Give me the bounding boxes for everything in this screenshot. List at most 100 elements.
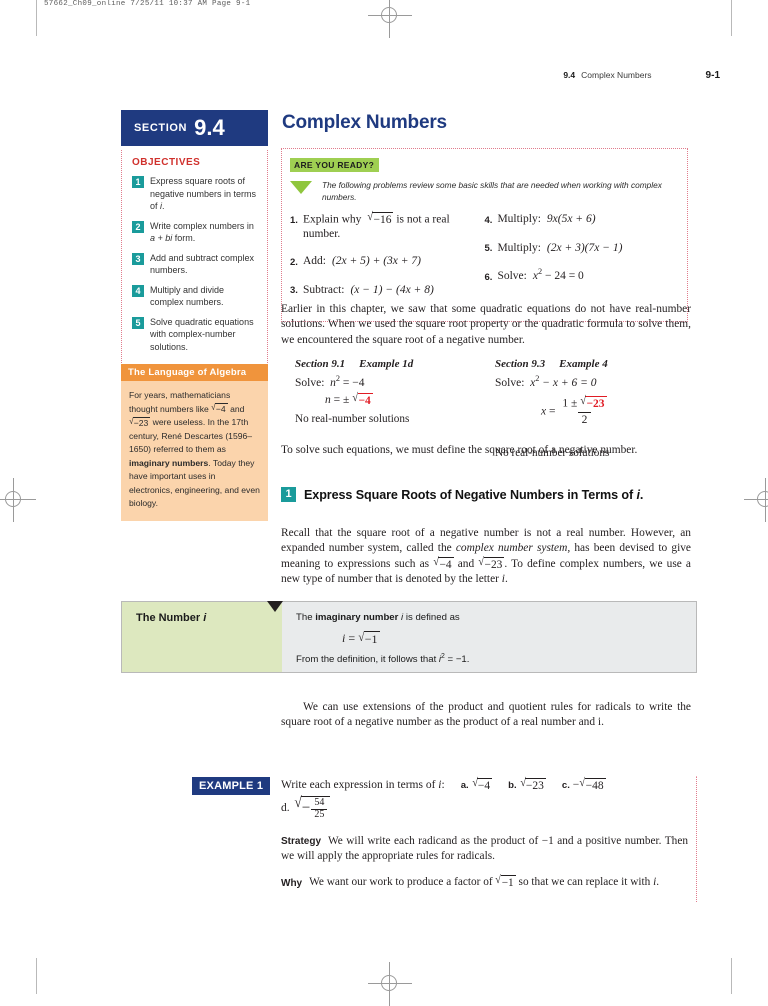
page-number: 9-1 (705, 70, 720, 81)
problem-item-1: 1. Explain why √ −16 is not a real number… (290, 211, 485, 241)
definition-line-1: The imaginary number i is defined as (296, 611, 696, 625)
problem-item-2: 2. Add: (2x + 5) + (3x + 7) (290, 254, 485, 270)
recall-italic-term: complex number system, (455, 542, 571, 555)
objective-number-badge: 5 (132, 316, 144, 329)
radicand: −48 (584, 777, 606, 792)
worked-example-right-heading: Section 9.3 Example 4 (495, 358, 695, 370)
definition-box-the-number-i: The Number i The imaginary number i is d… (121, 601, 697, 673)
radical-expression: √ −1 (358, 630, 380, 647)
example-1-tag: EXAMPLE 1 (192, 777, 271, 795)
radical-expression: √ −23 (129, 415, 151, 429)
trim-mark-top-left (36, 0, 37, 36)
radical-sign-icon: √ (358, 630, 365, 645)
equation-operator: = (546, 405, 559, 418)
radical-sign-icon: √ (478, 555, 485, 568)
registration-crosshair-vertical (13, 478, 14, 522)
radical-sign-icon: √ (471, 776, 478, 789)
problem-text: Solve: x2 − 24 = 0 (497, 268, 583, 285)
are-you-ready-intro: The following problems review some basic… (290, 180, 679, 203)
definition-box-body: The imaginary number i is defined as i =… (282, 602, 696, 672)
radical-expression: √ −23 (519, 776, 546, 793)
radical-sign-icon: √ (519, 776, 526, 789)
objective-number-badge: 2 (132, 220, 144, 233)
example-1-content: Write each expression in terms of i: a. √… (281, 777, 688, 891)
running-head-section-number: 9.4 (563, 70, 576, 80)
worked-example-right-line-1: Solve: x2 − x + 6 = 0 (495, 375, 695, 392)
page-title: Complex Numbers (282, 112, 447, 133)
problem-number: 2. (290, 256, 298, 268)
radicand: −16 (372, 212, 394, 226)
radical-expression: √ −48 (579, 777, 606, 793)
definition-label-italic: i (203, 612, 207, 624)
definition-line-2: From the definition, it follows that i2 … (296, 653, 696, 667)
radicand: −23 (483, 556, 505, 571)
are-you-ready-right-column: 4. Multiply: 9x(5x + 6) 5. Multiply: (2x +… (485, 212, 680, 311)
example-part-letter-d: d. (281, 802, 290, 814)
fraction-numerator: 1 ± √ −23 (558, 395, 610, 412)
objective-number-badge: 4 (132, 284, 144, 297)
radical-sign-icon: √ (580, 395, 587, 407)
objective-item-3: 3 Add and subtract complex numbers. (132, 252, 259, 277)
equation-operator: = (345, 631, 359, 645)
why-label: Why (281, 877, 303, 889)
definition-equation: i = √ −1 (296, 625, 696, 653)
equation-right-side: = −4 (340, 377, 365, 389)
equation-right-side: − x + 6 = 0 (539, 377, 597, 389)
example-part-letter-b: b. (508, 780, 517, 791)
objective-heading-text-pre: Express Square Roots of Negative Numbers… (304, 487, 637, 502)
radicand: −4 (214, 403, 228, 415)
objective-item-4: 4 Multiply and divide complex numbers. (132, 284, 259, 309)
are-you-ready-left-column: 1. Explain why √ −16 is not a real number… (290, 211, 485, 311)
extension-paragraph: We can use extensions of the product and… (281, 701, 691, 729)
radicand-highlighted: −23 (585, 396, 607, 410)
radical-expression: √ −4 (433, 556, 454, 572)
objective-text-part: Express square roots of negative numbers… (150, 176, 257, 211)
equation-operator: = ± (330, 394, 350, 406)
radicand: −4 (476, 777, 493, 792)
problem-text: Multiply: (2x + 3)(7x − 1) (497, 241, 622, 257)
radical-expression: √ −4 (211, 403, 228, 415)
objective-text-part: Write complex numbers in (150, 220, 254, 231)
worked-example-left-line-1: Solve: n2 = −4 (295, 375, 495, 392)
problem-text: Subtract: (x − 1) − (4x + 8) (303, 283, 434, 299)
trim-mark-bottom-right (731, 958, 732, 994)
radicand: −23 (524, 777, 546, 792)
radical-expression: √ −4 (352, 392, 373, 408)
problem-number: 6. (484, 271, 493, 283)
objective-item-2: 2 Write complex numbers in a + bi form. (132, 220, 259, 245)
radicand-highlighted: −4 (357, 392, 373, 407)
registration-mark-left (0, 478, 36, 522)
intro-paragraph: Earlier in this chapter, we saw that som… (281, 303, 691, 346)
are-you-ready-banner: ARE YOU READY? (290, 158, 380, 172)
radicand: −1 (363, 631, 380, 647)
radical-sign-icon: √ (129, 415, 134, 426)
registration-mark-right (744, 478, 768, 522)
problem-item-4: 4. Multiply: 9x(5x + 6) (485, 212, 680, 228)
fraction: 54 25 (311, 797, 328, 820)
fraction: 1 ± √ −23 2 (558, 395, 610, 427)
objectives-title: OBJECTIVES (132, 157, 201, 168)
definition-text-post: is defined as (405, 612, 460, 623)
language-of-algebra-box: The Language of Algebra For years, mathe… (121, 364, 268, 521)
objective-item-1: 1 Express square roots of negative numbe… (132, 175, 259, 213)
problem-expression: (2x + 3)(7x − 1) (546, 241, 623, 254)
registration-mark-bottom (368, 962, 412, 1006)
radical-sign-icon: √ (495, 874, 502, 887)
solve-label: Solve: (495, 377, 525, 389)
problem-number: 1. (290, 214, 298, 226)
registration-mark-top (368, 0, 412, 38)
language-of-algebra-body: For years, mathematicians thought number… (121, 381, 268, 521)
language-of-algebra-heading: The Language of Algebra (121, 364, 268, 381)
problem-label: Multiply: (497, 241, 541, 254)
objective-text-italic: a + bi (150, 233, 173, 243)
problem-label: Add: (302, 255, 326, 268)
problem-number: 4. (484, 214, 493, 226)
example-1-strategy: Strategy We will write each radicand as t… (281, 834, 688, 864)
are-you-ready-box: ARE YOU READY? The following problems re… (281, 148, 688, 323)
loa-text-2: and (227, 403, 245, 414)
solve-label: Solve: (295, 377, 325, 389)
problem-item-3: 3. Subtract: (x − 1) − (4x + 8) (290, 283, 485, 299)
registration-crosshair-horizontal (368, 15, 412, 16)
trim-mark-top-right (731, 0, 732, 36)
objective-text: Express square roots of negative numbers… (150, 175, 259, 213)
